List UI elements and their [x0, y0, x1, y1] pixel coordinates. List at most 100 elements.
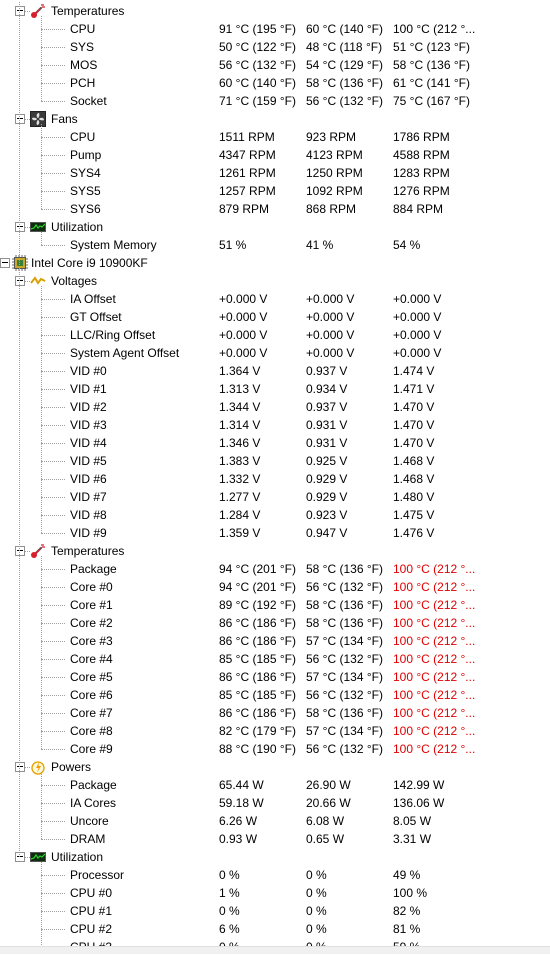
max-value: 49 %	[393, 868, 421, 882]
tree-row[interactable]: VID #3 1.314 V 0.931 V 1.470 V	[0, 416, 550, 434]
max-value: 8.05 W	[393, 814, 432, 828]
min-value: 0 %	[306, 904, 327, 918]
min-value: 0.947 V	[306, 526, 348, 540]
collapse-toggle[interactable]	[0, 258, 10, 268]
group-label: Fans	[51, 112, 78, 126]
tree-row[interactable]: Core #0 94 °C (201 °F) 56 °C (132 °F) 100 °…	[0, 578, 550, 596]
min-value: +0.000 V	[306, 310, 355, 324]
tree-row[interactable]: Core #7 86 °C (186 °F) 58 °C (136 °F) 100 °…	[0, 704, 550, 722]
max-value: 81 %	[393, 922, 421, 936]
tree-row[interactable]: Core #3 86 °C (186 °F) 57 °C (134 °F) 100 °…	[0, 632, 550, 650]
sensor-label: IA Cores	[70, 796, 117, 810]
tree-row[interactable]: CPU #0 1 % 0 % 100 %	[0, 884, 550, 902]
tree-row[interactable]: VID #2 1.344 V 0.937 V 1.470 V	[0, 398, 550, 416]
tree-group-row[interactable]: Intel Core i9 10900KF	[0, 254, 550, 272]
tree-row[interactable]: LLC/Ring Offset +0.000 V +0.000 V +0.000 V	[0, 326, 550, 344]
tree-row[interactable]: Core #4 85 °C (185 °F) 56 °C (132 °F) 100 °…	[0, 650, 550, 668]
tree-row[interactable]: System Agent Offset +0.000 V +0.000 V +0.00…	[0, 344, 550, 362]
tree-row[interactable]: Core #5 86 °C (186 °F) 57 °C (134 °F) 100 °…	[0, 668, 550, 686]
current-value: 86 °C (186 °F)	[219, 634, 296, 648]
sensor-label: CPU #0	[70, 886, 113, 900]
collapse-toggle[interactable]	[15, 276, 25, 286]
tree-row[interactable]: Processor 0 % 0 % 49 %	[0, 866, 550, 884]
tree-row[interactable]: SYS4 1261 RPM 1250 RPM 1283 RPM	[0, 164, 550, 182]
sensor-label: Core #4	[70, 652, 113, 666]
tree-row[interactable]: MOS 56 °C (132 °F) 54 °C (129 °F) 58 °C (13…	[0, 56, 550, 74]
tree-row[interactable]: PCH 60 °C (140 °F) 58 °C (136 °F) 61 °C (14…	[0, 74, 550, 92]
tree-row[interactable]: GT Offset +0.000 V +0.000 V +0.000 V	[0, 308, 550, 326]
tree-row[interactable]: Core #8 82 °C (179 °F) 57 °C (134 °F) 100 °…	[0, 722, 550, 740]
tree-row[interactable]: Core #2 86 °C (186 °F) 58 °C (136 °F) 100 °…	[0, 614, 550, 632]
tree-row[interactable]: SYS 50 °C (122 °F) 48 °C (118 °F) 51 °C (12…	[0, 38, 550, 56]
current-value: 82 °C (179 °F)	[219, 724, 296, 738]
tree-row[interactable]: Package 65.44 W 26.90 W 142.99 W	[0, 776, 550, 794]
collapse-toggle[interactable]	[15, 114, 25, 124]
collapse-toggle[interactable]	[15, 222, 25, 232]
tree-row[interactable]: CPU #2 6 % 0 % 81 %	[0, 920, 550, 938]
max-value: 100 °C (212 °...	[393, 688, 476, 702]
tree-group-row[interactable]: Fans	[0, 110, 550, 128]
tree-group-row[interactable]: Temperatures	[0, 542, 550, 560]
tree-row[interactable]: Pump 4347 RPM 4123 RPM 4588 RPM	[0, 146, 550, 164]
tree-row[interactable]: Package 94 °C (201 °F) 58 °C (136 °F) 100 °…	[0, 560, 550, 578]
tree-row[interactable]: CPU 91 °C (195 °F) 60 °C (140 °F) 100 °C (2…	[0, 20, 550, 38]
sensor-label: Processor	[70, 868, 125, 882]
min-value: 0.937 V	[306, 400, 348, 414]
tree-row[interactable]: VID #6 1.332 V 0.929 V 1.468 V	[0, 470, 550, 488]
sensor-label: Package	[70, 562, 117, 576]
min-value: 58 °C (136 °F)	[306, 616, 383, 630]
tree-row[interactable]: Uncore 6.26 W 6.08 W 8.05 W	[0, 812, 550, 830]
collapse-toggle[interactable]	[15, 762, 25, 772]
current-value: 1257 RPM	[219, 184, 276, 198]
sensor-label: VID #7	[70, 490, 107, 504]
max-value: 1.470 V	[393, 418, 435, 432]
sensor-label: Core #7	[70, 706, 113, 720]
tree-row[interactable]: VID #7 1.277 V 0.929 V 1.480 V	[0, 488, 550, 506]
tree-row[interactable]: SYS6 879 RPM 868 RPM 884 RPM	[0, 200, 550, 218]
current-value: 1.359 V	[219, 526, 261, 540]
tree-row[interactable]: VID #0 1.364 V 0.937 V 1.474 V	[0, 362, 550, 380]
tree-row[interactable]: VID #8 1.284 V 0.923 V 1.475 V	[0, 506, 550, 524]
current-value: 1.383 V	[219, 454, 261, 468]
tree-row[interactable]: VID #4 1.346 V 0.931 V 1.470 V	[0, 434, 550, 452]
tree-row[interactable]: CPU #1 0 % 0 % 82 %	[0, 902, 550, 920]
sensor-label: GT Offset	[70, 310, 122, 324]
min-value: 58 °C (136 °F)	[306, 562, 383, 576]
current-value: 71 °C (159 °F)	[219, 94, 296, 108]
collapse-toggle[interactable]	[15, 546, 25, 556]
sensor-label: Core #3	[70, 634, 113, 648]
collapse-toggle[interactable]	[15, 6, 25, 16]
tree-row[interactable]: VID #5 1.383 V 0.925 V 1.468 V	[0, 452, 550, 470]
tree-row[interactable]: DRAM 0.93 W 0.65 W 3.31 W	[0, 830, 550, 848]
tree-group-row[interactable]: Powers	[0, 758, 550, 776]
tree-row[interactable]: VID #9 1.359 V 0.947 V 1.476 V	[0, 524, 550, 542]
tree-row[interactable]: Core #1 89 °C (192 °F) 58 °C (136 °F) 100 °…	[0, 596, 550, 614]
tree-row[interactable]: Core #9 88 °C (190 °F) 56 °C (132 °F) 100 °…	[0, 740, 550, 758]
sensor-label: IA Offset	[70, 292, 116, 306]
tree-row[interactable]: Core #6 85 °C (185 °F) 56 °C (132 °F) 100 °…	[0, 686, 550, 704]
min-value: 57 °C (134 °F)	[306, 724, 383, 738]
tree-row[interactable]: IA Offset +0.000 V +0.000 V +0.000 V	[0, 290, 550, 308]
max-value: 100 °C (212 °...	[393, 652, 476, 666]
sensor-label: VID #0	[70, 364, 107, 378]
tree-row[interactable]: CPU 1511 RPM 923 RPM 1786 RPM	[0, 128, 550, 146]
tree-row[interactable]: Socket 71 °C (159 °F) 56 °C (132 °F) 75 °C …	[0, 92, 550, 110]
tree-row[interactable]: System Memory 51 % 41 % 54 %	[0, 236, 550, 254]
max-value: +0.000 V	[393, 328, 442, 342]
sensor-label: VID #5	[70, 454, 107, 468]
max-value: 1.471 V	[393, 382, 435, 396]
tree-group-row[interactable]: Voltages	[0, 272, 550, 290]
max-value: 1.470 V	[393, 400, 435, 414]
current-value: 89 °C (192 °F)	[219, 598, 296, 612]
current-value: 86 °C (186 °F)	[219, 706, 296, 720]
thermometer-icon	[30, 543, 46, 559]
tree-group-row[interactable]: Utilization	[0, 218, 550, 236]
tree-row[interactable]: VID #1 1.313 V 0.934 V 1.471 V	[0, 380, 550, 398]
collapse-toggle[interactable]	[15, 852, 25, 862]
tree-row[interactable]: IA Cores 59.18 W 20.66 W 136.06 W	[0, 794, 550, 812]
utilization-icon	[30, 219, 46, 235]
sensor-label: SYS4	[70, 166, 101, 180]
tree-row[interactable]: SYS5 1257 RPM 1092 RPM 1276 RPM	[0, 182, 550, 200]
tree-group-row[interactable]: Temperatures	[0, 2, 550, 20]
tree-group-row[interactable]: Utilization	[0, 848, 550, 866]
